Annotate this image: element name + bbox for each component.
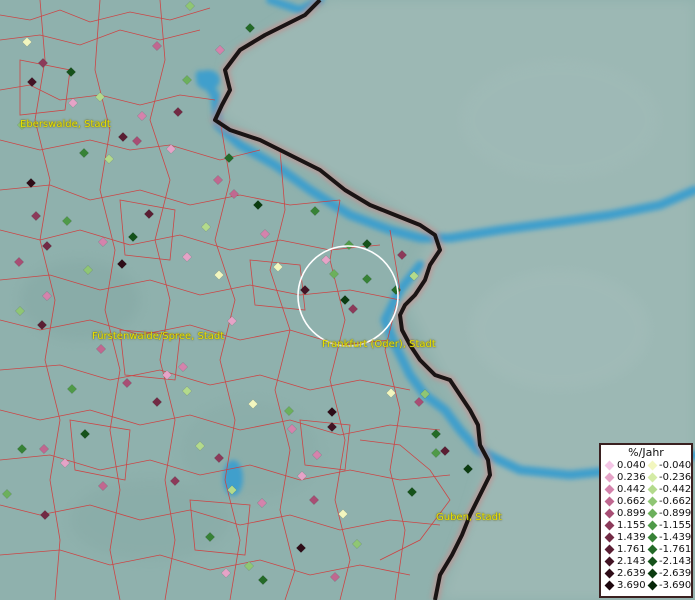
legend-swatch-negative <box>647 508 658 519</box>
legend-title: %/Jahr <box>628 446 664 459</box>
legend-value-positive: 0.236 <box>617 472 646 483</box>
legend-value-negative: -1.439 <box>659 532 692 543</box>
legend-value-negative: -0.899 <box>659 508 692 519</box>
legend-value-negative: -0.442 <box>659 484 692 495</box>
legend-row: 2.143 -2.143 <box>601 556 691 567</box>
legend-swatch-negative <box>647 460 658 471</box>
legend-swatch-negative <box>647 556 658 567</box>
legend-value-negative: -0.236 <box>659 472 692 483</box>
legend-swatch-positive <box>604 532 615 543</box>
legend-value-positive: 0.899 <box>617 508 646 519</box>
legend-value-positive: 1.761 <box>617 544 646 555</box>
legend-row: 0.662 -0.662 <box>601 496 691 507</box>
legend-swatch-positive <box>604 460 615 471</box>
legend-swatch-negative <box>647 544 658 555</box>
legend-swatch-negative <box>647 532 658 543</box>
legend-row: 0.442 -0.442 <box>601 484 691 495</box>
legend-value-negative: -1.155 <box>659 520 692 531</box>
legend-value-positive: 1.439 <box>617 532 646 543</box>
legend-swatch-positive <box>604 508 615 519</box>
legend-swatch-negative <box>647 484 658 495</box>
legend-value-positive: 1.155 <box>617 520 646 531</box>
legend-swatch-positive <box>604 556 615 567</box>
legend-swatch-positive <box>604 580 615 591</box>
legend-row: 1.761 -1.761 <box>601 544 691 555</box>
legend-swatch-positive <box>604 520 615 531</box>
legend-value-negative: -1.761 <box>659 544 692 555</box>
legend-swatch-positive <box>604 568 615 579</box>
legend-swatch-negative <box>647 520 658 531</box>
map-canvas[interactable] <box>0 0 695 600</box>
legend-value-negative: -0.662 <box>659 496 692 507</box>
legend-swatch-positive <box>604 472 615 483</box>
legend-row: 3.690 -3.690 <box>601 580 691 591</box>
legend-value-positive: 3.690 <box>617 580 646 591</box>
legend-swatch-negative <box>647 580 658 591</box>
legend-swatch-positive <box>604 544 615 555</box>
legend-value-positive: 0.040 <box>617 460 646 471</box>
legend-row: 0.236 -0.236 <box>601 472 691 483</box>
legend-swatch-negative <box>647 472 658 483</box>
legend-row: 0.899 -0.899 <box>601 508 691 519</box>
legend-row: 2.639 -2.639 <box>601 568 691 579</box>
map-legend: %/Jahr 0.040 -0.040 0.236 -0.236 0.442 -0.442… <box>599 443 693 598</box>
legend-row: 1.439 -1.439 <box>601 532 691 543</box>
legend-swatch-positive <box>604 484 615 495</box>
legend-value-negative: -3.690 <box>659 580 692 591</box>
legend-swatch-negative <box>647 568 658 579</box>
legend-swatch-negative <box>647 496 658 507</box>
legend-swatch-positive <box>604 496 615 507</box>
legend-value-positive: 2.143 <box>617 556 646 567</box>
legend-value-positive: 0.662 <box>617 496 646 507</box>
legend-row: 0.040 -0.040 <box>601 460 691 471</box>
legend-row: 1.155 -1.155 <box>601 520 691 531</box>
legend-value-negative: -2.143 <box>659 556 692 567</box>
legend-value-positive: 0.442 <box>617 484 646 495</box>
legend-value-negative: -2.639 <box>659 568 692 579</box>
legend-value-positive: 2.639 <box>617 568 646 579</box>
legend-value-negative: -0.040 <box>659 460 692 471</box>
